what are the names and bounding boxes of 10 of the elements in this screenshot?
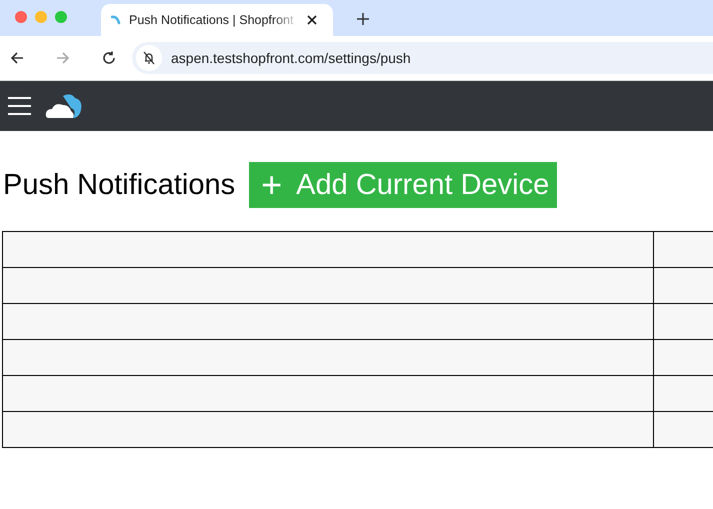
site-icon [111, 15, 121, 25]
muted-bell-icon[interactable] [142, 51, 156, 65]
browser-tab[interactable]: Push Notifications | Shopfront [101, 4, 333, 36]
close-icon[interactable] [307, 15, 317, 25]
reload-icon[interactable] [102, 51, 116, 65]
new-tab-icon[interactable] [357, 13, 369, 25]
back-icon[interactable] [10, 51, 24, 65]
page-title: Push Notifications [3, 168, 236, 202]
menu-icon[interactable] [8, 96, 31, 116]
address-bar[interactable]: aspen.testshopfront.com/settings/push [132, 42, 713, 74]
